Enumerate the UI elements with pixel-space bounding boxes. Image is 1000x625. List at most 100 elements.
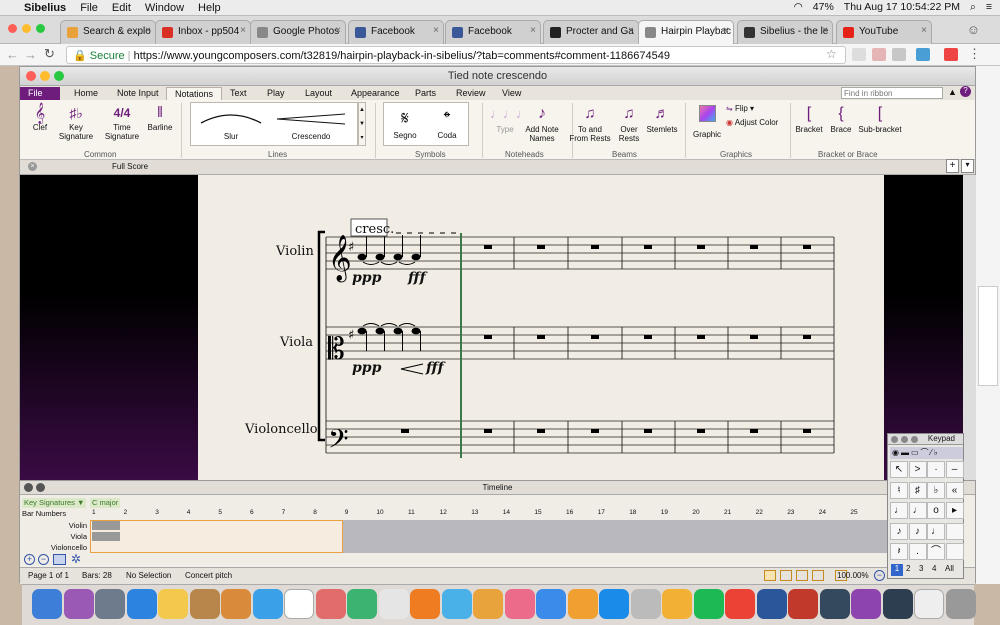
dock-app-icon[interactable] — [158, 589, 188, 619]
dock-app-icon[interactable] — [567, 589, 598, 619]
tab-appearance[interactable]: Appearance — [343, 87, 408, 100]
tab-text[interactable]: Text — [222, 87, 255, 100]
keypad-natural-icon[interactable]: ♮ — [890, 481, 908, 499]
bar-number[interactable]: 13 — [471, 509, 478, 516]
tab-notations[interactable]: Notations — [166, 87, 223, 100]
clef-button[interactable]: 𝄞 Clef — [26, 103, 54, 132]
bar-number[interactable]: 15 — [534, 509, 541, 516]
dock-app-icon[interactable] — [63, 589, 94, 619]
menu-window[interactable]: Window — [145, 2, 184, 14]
over-rests-button[interactable]: ♫ Over Rests — [614, 103, 644, 143]
keypad-quarter-note-icon[interactable]: ♩ — [890, 502, 908, 519]
view-mode-icon[interactable] — [796, 570, 808, 581]
keypad-blank-icon[interactable] — [945, 522, 964, 540]
dock-app-icon[interactable] — [284, 589, 314, 619]
add-note-names-button[interactable]: ♪ Add Note Names — [522, 103, 562, 143]
dock-app-icon[interactable] — [410, 589, 440, 619]
view-mode-icon[interactable] — [764, 570, 776, 581]
dock-app-icon[interactable] — [945, 589, 976, 619]
bar-number[interactable]: 23 — [787, 509, 794, 516]
zoom-level[interactable]: 100.00% — [837, 571, 869, 580]
browser-tab[interactable]: Google Photos × — [250, 20, 346, 44]
timeline-visible-region[interactable] — [90, 520, 343, 553]
cresc-text[interactable]: cresc. — [355, 222, 394, 237]
full-score-tab[interactable]: Full Score — [112, 162, 148, 171]
staff-name-violin[interactable]: Violin — [276, 244, 314, 259]
bar-number[interactable]: 12 — [440, 509, 447, 516]
dock-app-icon[interactable] — [221, 589, 251, 619]
ribbon-search-input[interactable] — [841, 87, 943, 99]
keypad-eighth-note-icon[interactable]: ♪ — [890, 522, 908, 540]
bar-number[interactable]: 24 — [819, 509, 826, 516]
close-tab-icon[interactable]: × — [335, 25, 341, 36]
staff-name-viola[interactable]: Viola — [280, 335, 313, 350]
dock-app-icon[interactable] — [819, 589, 850, 619]
keypad-play-icon[interactable]: ▸ — [945, 502, 964, 519]
keypad-tenuto-icon[interactable]: – — [945, 461, 964, 478]
battery-status[interactable]: 47% — [813, 1, 834, 14]
dock-app-icon[interactable] — [914, 589, 944, 619]
bracket-button[interactable]: [Bracket — [794, 103, 824, 134]
keypad-rewind-icon[interactable]: « — [945, 481, 964, 499]
tab-home[interactable]: Home — [66, 87, 106, 100]
bar-number[interactable]: 14 — [503, 509, 510, 516]
close-icon[interactable] — [26, 71, 36, 81]
notehead-type-button[interactable]: ♩♩♩ Type — [490, 103, 529, 134]
dock-app-icon[interactable] — [315, 589, 346, 619]
timeline-zoom-in-icon[interactable]: + — [24, 554, 35, 565]
minimize-icon[interactable] — [40, 71, 50, 81]
dock-app-icon[interactable] — [473, 589, 503, 619]
zoom-icon[interactable] — [54, 71, 64, 81]
close-tab-icon[interactable]: × — [240, 25, 246, 36]
wifi-icon[interactable]: ◠ — [794, 1, 803, 14]
zoom-keypad-icon[interactable] — [911, 436, 918, 443]
key-signature-button[interactable]: ♯♭ Key Signature — [56, 103, 96, 141]
tab-parts[interactable]: Parts — [407, 87, 444, 100]
bar-number[interactable]: 16 — [566, 509, 573, 516]
close-keypad-icon[interactable] — [891, 436, 898, 443]
sub-bracket-button[interactable]: [Sub-bracket — [858, 103, 902, 134]
zoom-window-icon[interactable] — [36, 24, 45, 33]
tab-view[interactable]: View — [494, 87, 529, 100]
dock-app-icon[interactable] — [882, 589, 913, 619]
viola-dynamic-fff[interactable]: fff — [426, 360, 444, 376]
slur-button[interactable]: Slur — [195, 105, 267, 145]
keypad-tab-all[interactable]: All — [945, 564, 954, 573]
dock-app-icon[interactable] — [662, 589, 692, 619]
keypad-tab-1[interactable]: 1 — [891, 564, 903, 576]
staff-name-violoncello[interactable]: Violoncello — [245, 422, 318, 437]
tab-review[interactable]: Review — [448, 87, 494, 100]
menu-help[interactable]: Help — [198, 2, 221, 14]
keypad-arrow-icon[interactable]: ↖ — [890, 461, 908, 478]
bar-number[interactable]: 9 — [345, 509, 349, 516]
browser-tab[interactable]: Search & explo × — [60, 20, 156, 44]
close-tab-icon[interactable]: × — [628, 25, 634, 36]
barline-button[interactable]: ‖ Barline — [144, 103, 176, 132]
timeline-fit-icon[interactable] — [53, 554, 66, 565]
bar-number[interactable]: 11 — [408, 509, 415, 516]
keypad-rest-icon[interactable]: 𝄽 — [890, 543, 908, 560]
dock-app-icon[interactable] — [189, 589, 220, 619]
keypad-eighth-note-icon[interactable]: ♪ — [908, 522, 927, 540]
status-concert-pitch[interactable]: Concert pitch — [185, 571, 232, 580]
zoom-out-icon[interactable]: − — [874, 570, 885, 581]
tab-menu-icon[interactable]: ▾ — [961, 159, 974, 173]
view-mode-icon[interactable] — [780, 570, 792, 581]
chrome-menu-icon[interactable]: ⋮ — [968, 46, 981, 62]
browser-tab[interactable]: Sibelius - the le × — [737, 20, 833, 44]
keypad-flat-icon[interactable]: ♭ — [927, 481, 945, 499]
dock-app-icon[interactable] — [725, 589, 755, 619]
bar-number[interactable]: 8 — [313, 509, 317, 516]
timeline-violin-block[interactable] — [92, 521, 120, 530]
coda-button[interactable]: 𝄌 Coda — [428, 105, 466, 140]
bar-number[interactable]: 5 — [218, 509, 222, 516]
keypad-quarter-note-icon[interactable]: ♩ — [908, 502, 927, 519]
key-signature-marker[interactable]: C major — [90, 498, 120, 508]
tab-note-input[interactable]: Note Input — [109, 87, 167, 100]
keypad-half-note-icon[interactable]: ♩ — [927, 522, 945, 540]
menu-list-icon[interactable]: ≡ — [986, 1, 992, 14]
browser-tab[interactable]: Facebook × — [445, 20, 541, 44]
tab-file[interactable]: File — [20, 87, 60, 100]
timeline-settings-icon[interactable]: ✲ — [71, 552, 81, 566]
close-tab-icon[interactable]: × — [822, 25, 828, 36]
